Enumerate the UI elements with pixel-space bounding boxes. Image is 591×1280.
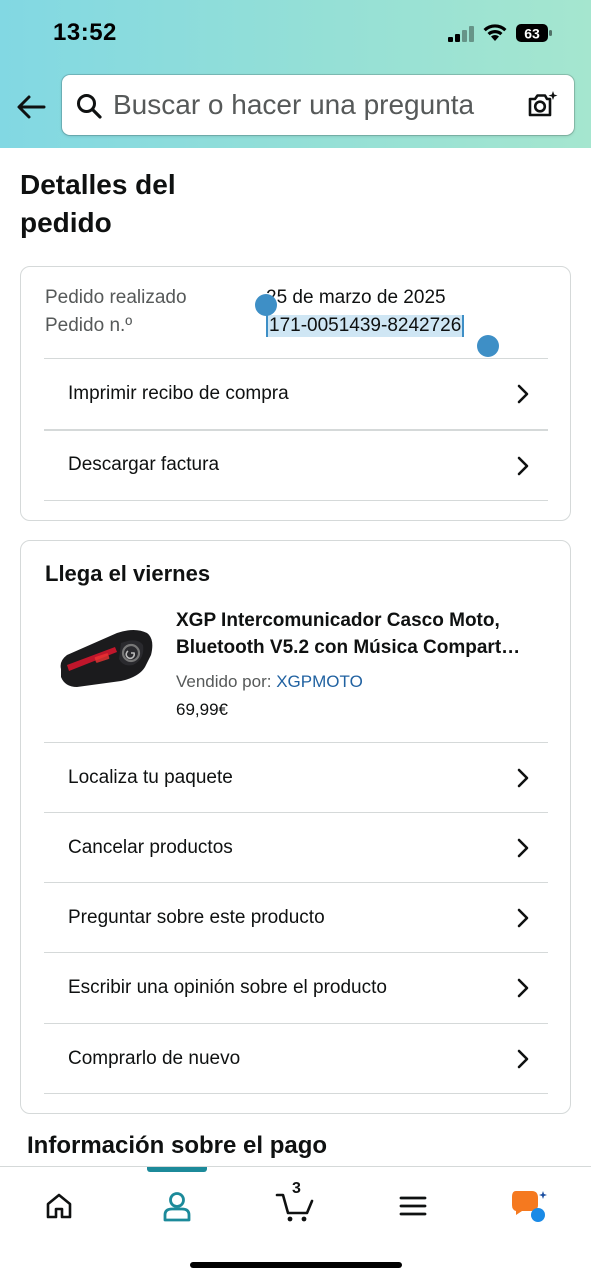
nav-menu[interactable] (383, 1181, 443, 1231)
wifi-icon (483, 24, 507, 41)
payment-info-heading: Información sobre el pago (27, 1132, 328, 1159)
write-review-row[interactable]: Escribir una opinión sobre el producto (44, 952, 548, 1022)
app-header: 13:52 63 (0, 0, 591, 148)
search-icon (77, 94, 102, 119)
battery-level: 63 (524, 26, 540, 42)
arrow-left-icon (17, 95, 46, 119)
active-tab-indicator (147, 1167, 207, 1172)
order-number-label: Pedido n.º (45, 315, 133, 336)
order-info-card: Pedido realizado 25 de marzo de 2025 Ped… (20, 266, 571, 521)
chevron-right-icon (517, 768, 529, 788)
download-invoice-row[interactable]: Descargar factura (44, 429, 548, 499)
home-icon (46, 1193, 72, 1219)
shipment-card: Llega el viernes XGP Intercomunicador Ca… (20, 540, 571, 1114)
print-receipt-row[interactable]: Imprimir recibo de compra (44, 358, 548, 428)
product-title-line-1: XGP Intercomunicador Casco Moto, (176, 610, 500, 631)
back-button[interactable] (14, 90, 48, 124)
page-title-line-1: Detalles del (20, 169, 176, 200)
divider (44, 500, 548, 501)
write-review-label: Escribir una opinión sobre el producto (68, 976, 387, 998)
cart-count-badge: 3 (292, 1180, 301, 1197)
cancel-items-row[interactable]: Cancelar productos (44, 812, 548, 882)
ask-product-question-row[interactable]: Preguntar sobre este producto (44, 882, 548, 952)
search-bar[interactable] (62, 75, 574, 135)
chevron-right-icon (517, 456, 529, 476)
chevron-right-icon (517, 908, 529, 928)
seller-label: Vendido por: (176, 672, 272, 691)
rufus-assistant-icon (512, 1191, 547, 1222)
status-bar: 13:52 63 (0, 0, 591, 66)
delivery-heading: Llega el viernes (45, 561, 211, 586)
print-receipt-label: Imprimir recibo de compra (68, 382, 289, 404)
buy-again-label: Comprarlo de nuevo (68, 1047, 241, 1069)
seller-info: Vendido por: XGPMOTO (176, 672, 363, 692)
ask-product-question-label: Preguntar sobre este producto (68, 906, 325, 928)
selection-start-handle[interactable] (255, 294, 277, 316)
home-indicator (190, 1262, 402, 1268)
chevron-right-icon (517, 384, 529, 404)
track-package-row[interactable]: Localiza tu paquete (44, 742, 548, 812)
cancel-items-label: Cancelar productos (68, 836, 233, 858)
chevron-right-icon (517, 978, 529, 998)
seller-link[interactable]: XGPMOTO (276, 672, 363, 691)
order-number-value[interactable]: 171-0051439-8242726 (266, 315, 465, 337)
chevron-right-icon (517, 1049, 529, 1069)
status-time: 13:52 (53, 19, 117, 46)
track-package-label: Localiza tu paquete (68, 766, 233, 788)
menu-icon (399, 1196, 427, 1216)
search-input[interactable] (113, 87, 518, 123)
page-title: Detalles del pedido (20, 166, 320, 242)
order-placed-label: Pedido realizado (45, 287, 187, 308)
camera-search-icon[interactable] (526, 89, 558, 121)
product-title[interactable]: XGP Intercomunicador Casco Moto, Bluetoo… (176, 607, 556, 661)
nav-home[interactable] (29, 1181, 89, 1231)
product-title-line-2: Bluetooth V5.2 con Música Compart… (176, 637, 521, 658)
buy-again-row[interactable]: Comprarlo de nuevo (44, 1023, 548, 1093)
account-icon (163, 1192, 191, 1222)
cellular-signal-icon (448, 26, 474, 42)
page-title-line-2: pedido (20, 207, 112, 238)
nav-account[interactable] (147, 1181, 207, 1231)
divider (44, 1093, 548, 1094)
order-placed-date: 25 de marzo de 2025 (266, 287, 446, 308)
product-price: 69,99€ (176, 700, 228, 719)
product-image[interactable] (55, 625, 165, 695)
chevron-right-icon (517, 838, 529, 858)
selection-end-handle[interactable] (477, 335, 499, 357)
download-invoice-label: Descargar factura (68, 454, 220, 475)
nav-rufus[interactable] (500, 1181, 560, 1231)
battery-icon: 63 (516, 24, 552, 42)
